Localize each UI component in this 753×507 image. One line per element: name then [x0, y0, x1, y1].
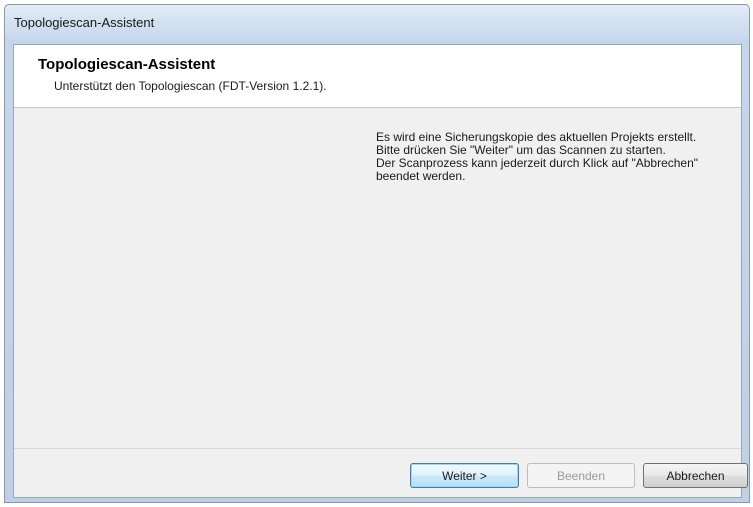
wizard-content: Es wird eine Sicherungskopie des aktuell…: [14, 108, 741, 448]
info-line: beendet werden.: [376, 169, 466, 183]
wizard-header: Topologiescan-Assistent Unterstützt den …: [14, 45, 741, 108]
next-button[interactable]: Weiter >: [410, 463, 519, 488]
info-text: Es wird eine Sicherungskopie des aktuell…: [376, 131, 736, 183]
wizard-subtitle: Unterstützt den Topologiescan (FDT-Versi…: [54, 79, 327, 93]
wizard-body: Topologiescan-Assistent Unterstützt den …: [13, 44, 748, 498]
button-separator: [14, 448, 741, 449]
cancel-button[interactable]: Abbrechen: [643, 463, 748, 488]
window-title: Topologiescan-Assistent: [14, 14, 155, 30]
title-bar[interactable]: Topologiescan-Assistent: [5, 5, 749, 39]
finish-button[interactable]: Beenden: [527, 463, 635, 488]
wizard-title: Topologiescan-Assistent: [38, 56, 216, 73]
wizard-window: Topologiescan-Assistent Topologiescan-As…: [4, 4, 750, 503]
